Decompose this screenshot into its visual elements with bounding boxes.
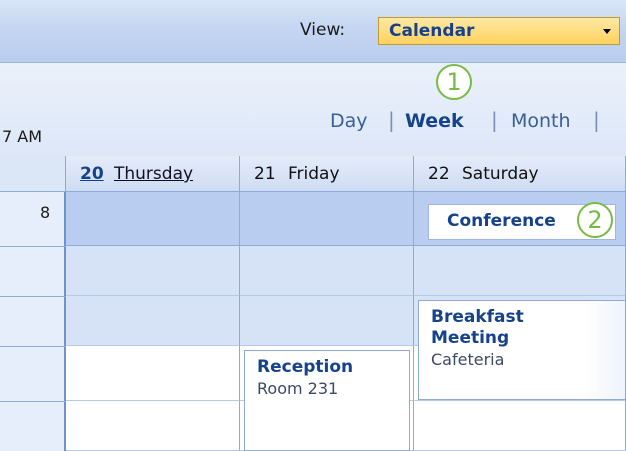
event-reception[interactable]: Reception Room 231	[244, 350, 410, 451]
event-title: Breakfast Meeting	[431, 307, 524, 348]
time-slot[interactable]	[240, 296, 414, 346]
view-toolbar: View: Calendar	[0, 0, 626, 63]
time-slot[interactable]	[414, 246, 626, 296]
day-name[interactable]: Thursday	[114, 164, 193, 184]
time-slot[interactable]	[66, 296, 240, 346]
scope-day-link[interactable]: Day	[330, 110, 368, 132]
chevron-down-icon[interactable]	[603, 29, 611, 34]
day-header-friday[interactable]: 21 Friday	[240, 156, 414, 192]
time-gutter	[0, 192, 66, 451]
view-dropdown-value: Calendar	[389, 21, 475, 41]
day-number: 21	[254, 164, 276, 184]
callout-badge-2: 2	[577, 202, 613, 238]
event-breakfast-meeting[interactable]: Breakfast Meeting Cafeteria	[418, 300, 626, 400]
day-number[interactable]: 20	[80, 164, 114, 184]
scope-separator: |	[593, 108, 600, 132]
time-gutter-header	[0, 156, 66, 192]
time-slot[interactable]	[240, 246, 414, 296]
day-name: Saturday	[462, 164, 539, 184]
view-dropdown[interactable]: Calendar	[378, 17, 620, 45]
day-header-thursday[interactable]: 20 Thursday	[66, 156, 240, 192]
scope-month-link[interactable]: Month	[511, 110, 571, 132]
scope-week-link[interactable]: Week	[405, 110, 464, 132]
gutter-divider	[0, 296, 66, 297]
all-day-cell-thursday[interactable]	[66, 192, 240, 246]
gutter-divider	[0, 246, 66, 247]
day-number: 22	[428, 164, 450, 184]
time-label-7am: 7 AM	[2, 127, 43, 146]
event-location: Cafeteria	[431, 350, 505, 369]
all-day-cell-friday[interactable]	[240, 192, 414, 246]
scope-separator: |	[491, 108, 498, 132]
time-slot[interactable]	[66, 246, 240, 296]
day-name: Friday	[288, 164, 340, 184]
day-header-saturday[interactable]: 22 Saturday	[414, 156, 626, 192]
gutter-divider	[0, 401, 66, 402]
event-title: Reception	[257, 357, 354, 377]
gutter-divider	[0, 346, 66, 347]
time-slot[interactable]	[414, 401, 626, 451]
time-slot[interactable]	[66, 401, 240, 451]
view-label: View:	[300, 20, 346, 40]
callout-badge-1: 1	[436, 64, 472, 100]
scope-separator: |	[388, 108, 395, 132]
time-label-8: 8	[40, 203, 51, 222]
event-location: Room 231	[257, 379, 339, 398]
time-slot[interactable]	[66, 346, 240, 401]
